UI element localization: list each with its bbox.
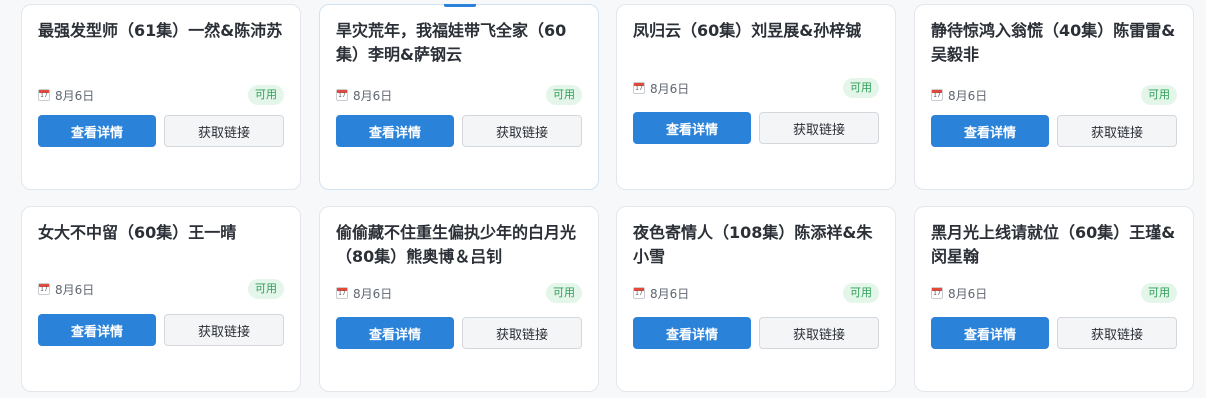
- status-badge: 可用: [546, 85, 582, 105]
- date-text: 8月6日: [353, 88, 393, 103]
- view-details-button[interactable]: 查看详情: [38, 314, 156, 346]
- view-details-button[interactable]: 查看详情: [336, 317, 454, 349]
- card-date: 8月6日: [931, 285, 987, 302]
- drama-card: 偷偷藏不住重生偏执少年的白月光（80集）熊奥博＆吕钊 8月6日 可用 查看详情 …: [319, 206, 599, 392]
- get-link-button[interactable]: 获取链接: [462, 317, 582, 349]
- get-link-button[interactable]: 获取链接: [759, 317, 879, 349]
- card-actions: 查看详情 获取链接: [38, 115, 284, 147]
- status-badge: 可用: [248, 85, 284, 105]
- card-date: 8月6日: [336, 87, 392, 104]
- view-details-button[interactable]: 查看详情: [38, 115, 156, 147]
- calendar-icon: [38, 89, 50, 101]
- view-details-button[interactable]: 查看详情: [931, 317, 1049, 349]
- drama-card: 静待惊鸿入翁慌（40集）陈雷雷&吴毅非 8月6日 可用 查看详情 获取链接: [914, 4, 1194, 190]
- view-details-button[interactable]: 查看详情: [931, 115, 1049, 147]
- get-link-button[interactable]: 获取链接: [1057, 317, 1177, 349]
- card-meta: 8月6日 可用: [931, 282, 1177, 304]
- date-text: 8月6日: [650, 81, 690, 96]
- drama-card: 凤归云（60集）刘昱展&孙梓铖 8月6日 可用 查看详情 获取链接: [616, 4, 896, 190]
- date-text: 8月6日: [948, 286, 988, 301]
- card-actions: 查看详情 获取链接: [336, 317, 582, 349]
- get-link-button[interactable]: 获取链接: [164, 314, 284, 346]
- active-indicator: [444, 4, 476, 7]
- calendar-icon: [633, 82, 645, 94]
- card-meta: 8月6日 可用: [336, 282, 582, 304]
- card-title: 偷偷藏不住重生偏执少年的白月光（80集）熊奥博＆吕钊: [336, 223, 577, 266]
- card-meta: 8月6日 可用: [931, 84, 1177, 106]
- status-badge: 可用: [1141, 283, 1177, 303]
- card-meta: 8月6日 可用: [633, 282, 879, 304]
- drama-card: 女大不中留（60集）王一晴 8月6日 可用 查看详情 获取链接: [21, 206, 301, 392]
- status-badge: 可用: [1141, 85, 1177, 105]
- card-title: 静待惊鸿入翁慌（40集）陈雷雷&吴毅非: [931, 21, 1176, 64]
- date-text: 8月6日: [650, 286, 690, 301]
- calendar-icon: [38, 283, 50, 295]
- view-details-button[interactable]: 查看详情: [633, 317, 751, 349]
- calendar-icon: [336, 89, 348, 101]
- card-title: 凤归云（60集）刘昱展&孙梓铖: [633, 21, 862, 40]
- card-title: 旱灾荒年，我福娃带飞全家（60集）李明&萨钢云: [336, 21, 567, 64]
- status-badge: 可用: [248, 279, 284, 299]
- get-link-button[interactable]: 获取链接: [759, 112, 879, 144]
- date-text: 8月6日: [948, 88, 988, 103]
- card-actions: 查看详情 获取链接: [633, 317, 879, 349]
- card-date: 8月6日: [633, 80, 689, 97]
- drama-card: 黑月光上线请就位（60集）王瑾&闵星翰 8月6日 可用 查看详情 获取链接: [914, 206, 1194, 392]
- card-date: 8月6日: [931, 87, 987, 104]
- calendar-icon: [633, 287, 645, 299]
- date-text: 8月6日: [55, 282, 95, 297]
- card-meta: 8月6日 可用: [38, 84, 284, 106]
- card-title: 最强发型师（61集）一然&陈沛苏: [38, 21, 283, 40]
- card-actions: 查看详情 获取链接: [38, 314, 284, 346]
- card-actions: 查看详情 获取链接: [931, 115, 1177, 147]
- get-link-button[interactable]: 获取链接: [164, 115, 284, 147]
- card-actions: 查看详情 获取链接: [336, 115, 582, 147]
- get-link-button[interactable]: 获取链接: [462, 115, 582, 147]
- card-date: 8月6日: [38, 87, 94, 104]
- status-badge: 可用: [843, 78, 879, 98]
- card-meta: 8月6日 可用: [633, 77, 879, 99]
- card-title: 女大不中留（60集）王一晴: [38, 223, 237, 242]
- date-text: 8月6日: [55, 88, 95, 103]
- card-actions: 查看详情 获取链接: [931, 317, 1177, 349]
- card-title: 夜色寄情人（108集）陈添祥&朱小雪: [633, 223, 873, 266]
- status-badge: 可用: [546, 283, 582, 303]
- view-details-button[interactable]: 查看详情: [633, 112, 751, 144]
- date-text: 8月6日: [353, 286, 393, 301]
- card-meta: 8月6日 可用: [38, 278, 284, 300]
- card-actions: 查看详情 获取链接: [633, 112, 879, 144]
- card-date: 8月6日: [633, 285, 689, 302]
- drama-card: 最强发型师（61集）一然&陈沛苏 8月6日 可用 查看详情 获取链接: [21, 4, 301, 190]
- calendar-icon: [931, 89, 943, 101]
- card-title: 黑月光上线请就位（60集）王瑾&闵星翰: [931, 223, 1176, 266]
- get-link-button[interactable]: 获取链接: [1057, 115, 1177, 147]
- card-meta: 8月6日 可用: [336, 84, 582, 106]
- calendar-icon: [931, 287, 943, 299]
- view-details-button[interactable]: 查看详情: [336, 115, 454, 147]
- drama-card: 旱灾荒年，我福娃带飞全家（60集）李明&萨钢云 8月6日 可用 查看详情 获取链…: [319, 4, 599, 190]
- drama-card: 夜色寄情人（108集）陈添祥&朱小雪 8月6日 可用 查看详情 获取链接: [616, 206, 896, 392]
- card-grid: 最强发型师（61集）一然&陈沛苏 8月6日 可用 查看详情 获取链接 旱灾荒年，…: [0, 0, 1206, 398]
- status-badge: 可用: [843, 283, 879, 303]
- card-date: 8月6日: [336, 285, 392, 302]
- card-date: 8月6日: [38, 281, 94, 298]
- calendar-icon: [336, 287, 348, 299]
